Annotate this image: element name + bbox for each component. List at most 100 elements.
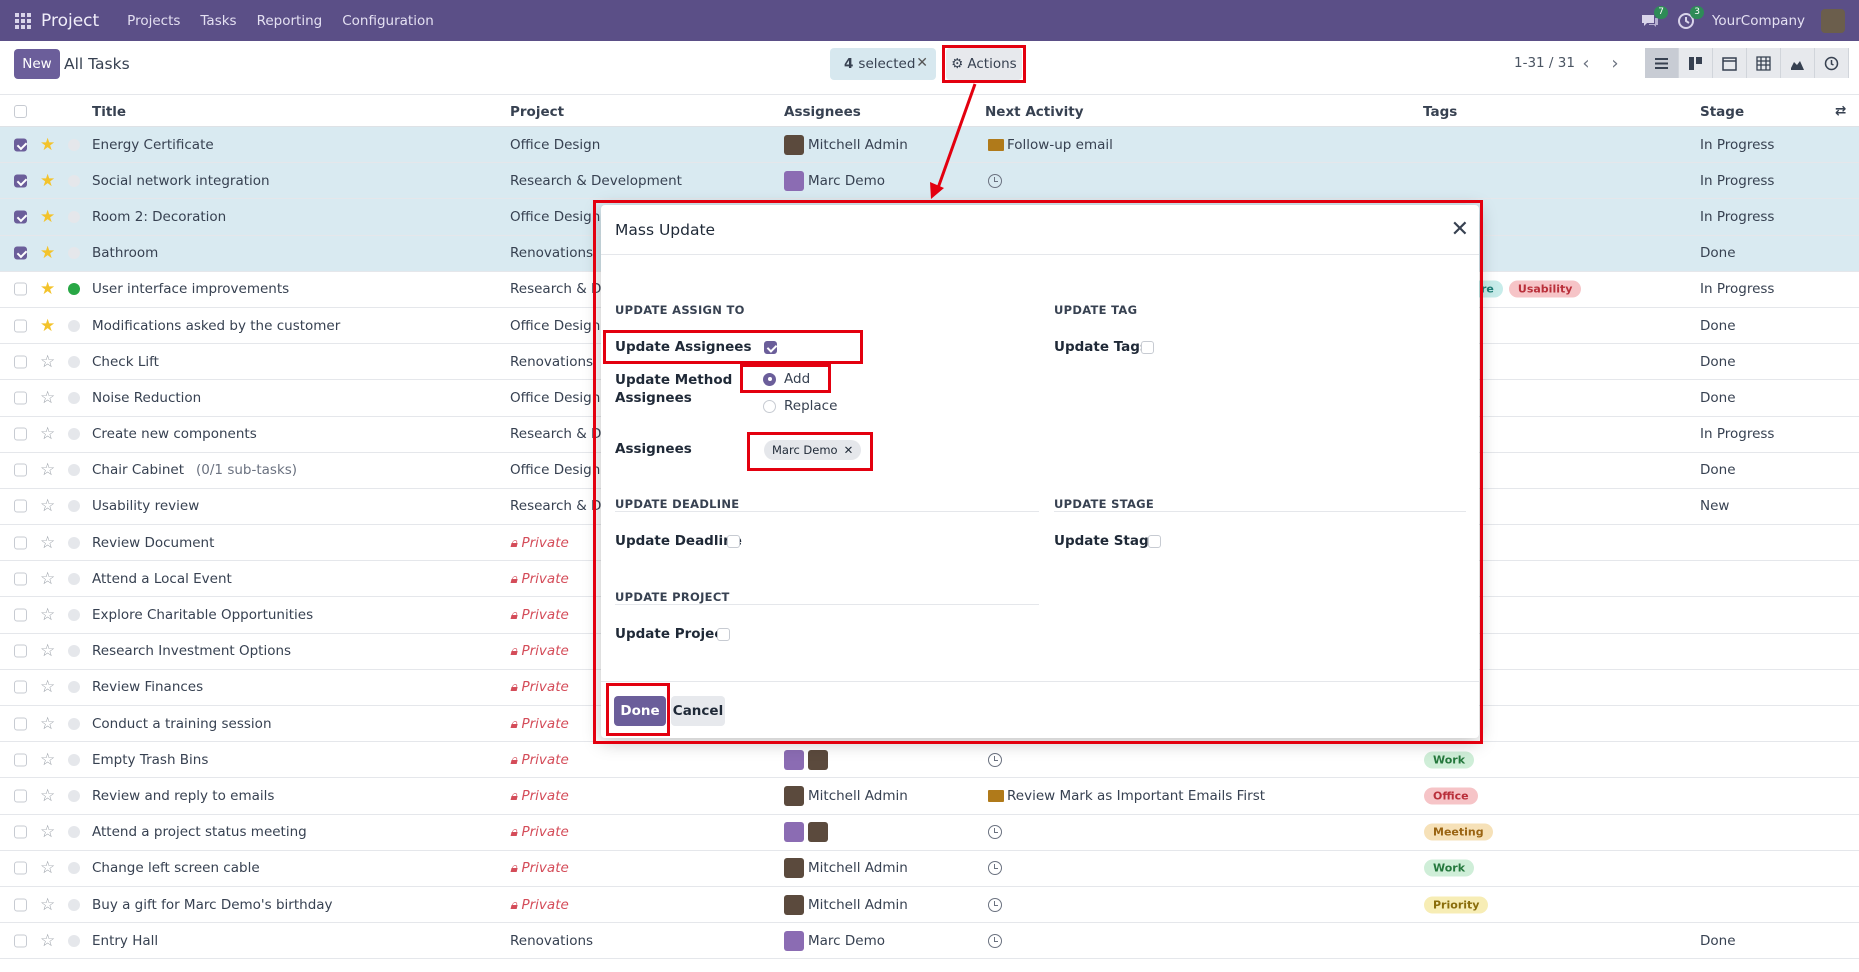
priority-star-icon[interactable]: ★ — [40, 135, 55, 155]
status-dot-icon[interactable] — [68, 789, 80, 802]
priority-star-icon[interactable]: ★ — [40, 243, 55, 263]
actions-button[interactable]: ⚙ Actions — [946, 48, 1022, 80]
row-checkbox[interactable] — [14, 717, 27, 731]
row-checkbox[interactable] — [14, 536, 27, 550]
column-settings-icon[interactable]: ⇄ — [1835, 103, 1846, 119]
status-dot-icon[interactable] — [68, 500, 80, 513]
row-checkbox[interactable] — [14, 463, 27, 477]
list-view-icon[interactable] — [1645, 48, 1679, 78]
priority-star-icon[interactable]: ★ — [40, 316, 55, 336]
priority-star-icon[interactable]: ☆ — [40, 496, 55, 516]
table-row[interactable]: ☆ Buy a gift for Marc Demo's birthday 🔒︎ P… — [0, 887, 1859, 924]
table-row[interactable]: ★ Energy Certificate Office Design Mitchell… — [0, 127, 1859, 164]
status-dot-icon[interactable] — [68, 174, 80, 187]
col-assignees[interactable]: Assignees — [784, 104, 861, 120]
activity-clock-icon[interactable]: 3 — [1676, 5, 1704, 31]
radio-replace[interactable]: Replace — [763, 398, 837, 414]
menu-configuration[interactable]: Configuration — [332, 13, 444, 29]
next-activity[interactable] — [988, 752, 1002, 767]
col-project[interactable]: Project — [510, 104, 564, 120]
status-dot-icon[interactable] — [68, 536, 80, 549]
update-deadline-checkbox[interactable] — [727, 535, 740, 548]
row-checkbox[interactable] — [14, 427, 27, 441]
next-activity[interactable] — [988, 897, 1002, 912]
table-row[interactable]: ☆ Empty Trash Bins 🔒︎ Private Work — [0, 742, 1859, 779]
col-title[interactable]: Title — [92, 104, 126, 120]
row-checkbox[interactable] — [14, 789, 27, 803]
status-dot-icon[interactable] — [68, 464, 80, 477]
status-dot-icon[interactable] — [68, 210, 80, 223]
calendar-view-icon[interactable] — [1713, 48, 1747, 78]
status-dot-icon[interactable] — [68, 247, 80, 260]
status-dot-icon[interactable] — [68, 826, 80, 839]
row-checkbox[interactable] — [14, 391, 27, 405]
radio-replace-input[interactable] — [763, 399, 776, 413]
status-dot-icon[interactable] — [68, 391, 80, 404]
messages-icon[interactable]: 7 — [1640, 5, 1668, 31]
status-dot-icon[interactable] — [68, 138, 80, 151]
row-checkbox[interactable] — [14, 174, 27, 188]
app-name[interactable]: Project — [41, 11, 99, 31]
status-dot-icon[interactable] — [68, 319, 80, 332]
status-dot-icon[interactable] — [68, 609, 80, 622]
priority-star-icon[interactable]: ☆ — [40, 858, 55, 878]
row-checkbox[interactable] — [14, 753, 27, 767]
pager-next-icon[interactable]: › — [1601, 48, 1629, 78]
priority-star-icon[interactable]: ☆ — [40, 569, 55, 589]
priority-star-icon[interactable]: ☆ — [40, 424, 55, 444]
row-checkbox[interactable] — [14, 499, 27, 513]
row-checkbox[interactable] — [14, 246, 27, 260]
status-dot-icon[interactable] — [68, 934, 80, 947]
priority-star-icon[interactable]: ☆ — [40, 714, 55, 734]
row-checkbox[interactable] — [14, 319, 27, 333]
menu-projects[interactable]: Projects — [117, 13, 190, 29]
priority-star-icon[interactable]: ☆ — [40, 677, 55, 697]
next-activity[interactable] — [988, 933, 1002, 948]
clear-selection-icon[interactable]: ✕ — [916, 55, 928, 71]
status-dot-icon[interactable] — [68, 862, 80, 875]
next-activity[interactable] — [988, 825, 1002, 840]
status-dot-icon[interactable] — [68, 717, 80, 730]
graph-view-icon[interactable] — [1781, 48, 1815, 78]
apps-menu-icon[interactable] — [15, 12, 31, 29]
update-assignees-checkbox[interactable] — [764, 341, 777, 354]
pivot-view-icon[interactable] — [1747, 48, 1781, 78]
priority-star-icon[interactable]: ★ — [40, 279, 55, 299]
priority-star-icon[interactable]: ☆ — [40, 931, 55, 951]
priority-star-icon[interactable]: ☆ — [40, 750, 55, 770]
update-tags-checkbox[interactable] — [1141, 341, 1154, 354]
update-stage-checkbox[interactable] — [1148, 535, 1161, 548]
radio-add-input[interactable] — [763, 372, 776, 386]
status-dot-icon[interactable] — [68, 753, 80, 766]
priority-star-icon[interactable]: ☆ — [40, 822, 55, 842]
row-checkbox[interactable] — [14, 644, 27, 658]
row-checkbox[interactable] — [14, 825, 27, 839]
next-activity[interactable]: Review Mark as Important Emails First — [988, 788, 1265, 804]
col-tags[interactable]: Tags — [1423, 104, 1457, 120]
status-dot-icon[interactable] — [68, 681, 80, 694]
col-stage[interactable]: Stage — [1700, 104, 1744, 120]
priority-star-icon[interactable]: ★ — [40, 207, 55, 227]
kanban-view-icon[interactable] — [1679, 48, 1713, 78]
next-activity[interactable] — [988, 173, 1002, 188]
table-row[interactable]: ★ Social network integration Research & De… — [0, 163, 1859, 200]
status-dot-icon[interactable] — [68, 898, 80, 911]
row-checkbox[interactable] — [14, 934, 27, 948]
done-button[interactable]: Done — [614, 696, 666, 726]
cancel-button[interactable]: Cancel — [671, 696, 725, 726]
status-dot-icon[interactable] — [68, 283, 80, 296]
close-icon[interactable]: ✕ — [1451, 217, 1469, 242]
priority-star-icon[interactable]: ☆ — [40, 388, 55, 408]
row-checkbox[interactable] — [14, 680, 27, 694]
table-row[interactable]: ☆ Change left screen cable 🔒︎ Private Mitch… — [0, 851, 1859, 887]
status-dot-icon[interactable] — [68, 645, 80, 658]
table-row[interactable]: ☆ Entry Hall Renovations Marc Demo Done — [0, 923, 1859, 960]
company-switcher[interactable]: YourCompany — [1712, 13, 1805, 29]
table-row[interactable]: ☆ Attend a project status meeting 🔒︎ Priva… — [0, 815, 1859, 851]
priority-star-icon[interactable]: ☆ — [40, 786, 55, 806]
row-checkbox[interactable] — [14, 138, 27, 152]
row-checkbox[interactable] — [14, 355, 27, 369]
row-checkbox[interactable] — [14, 861, 27, 875]
new-button[interactable]: New — [14, 49, 60, 79]
status-dot-icon[interactable] — [68, 572, 80, 585]
